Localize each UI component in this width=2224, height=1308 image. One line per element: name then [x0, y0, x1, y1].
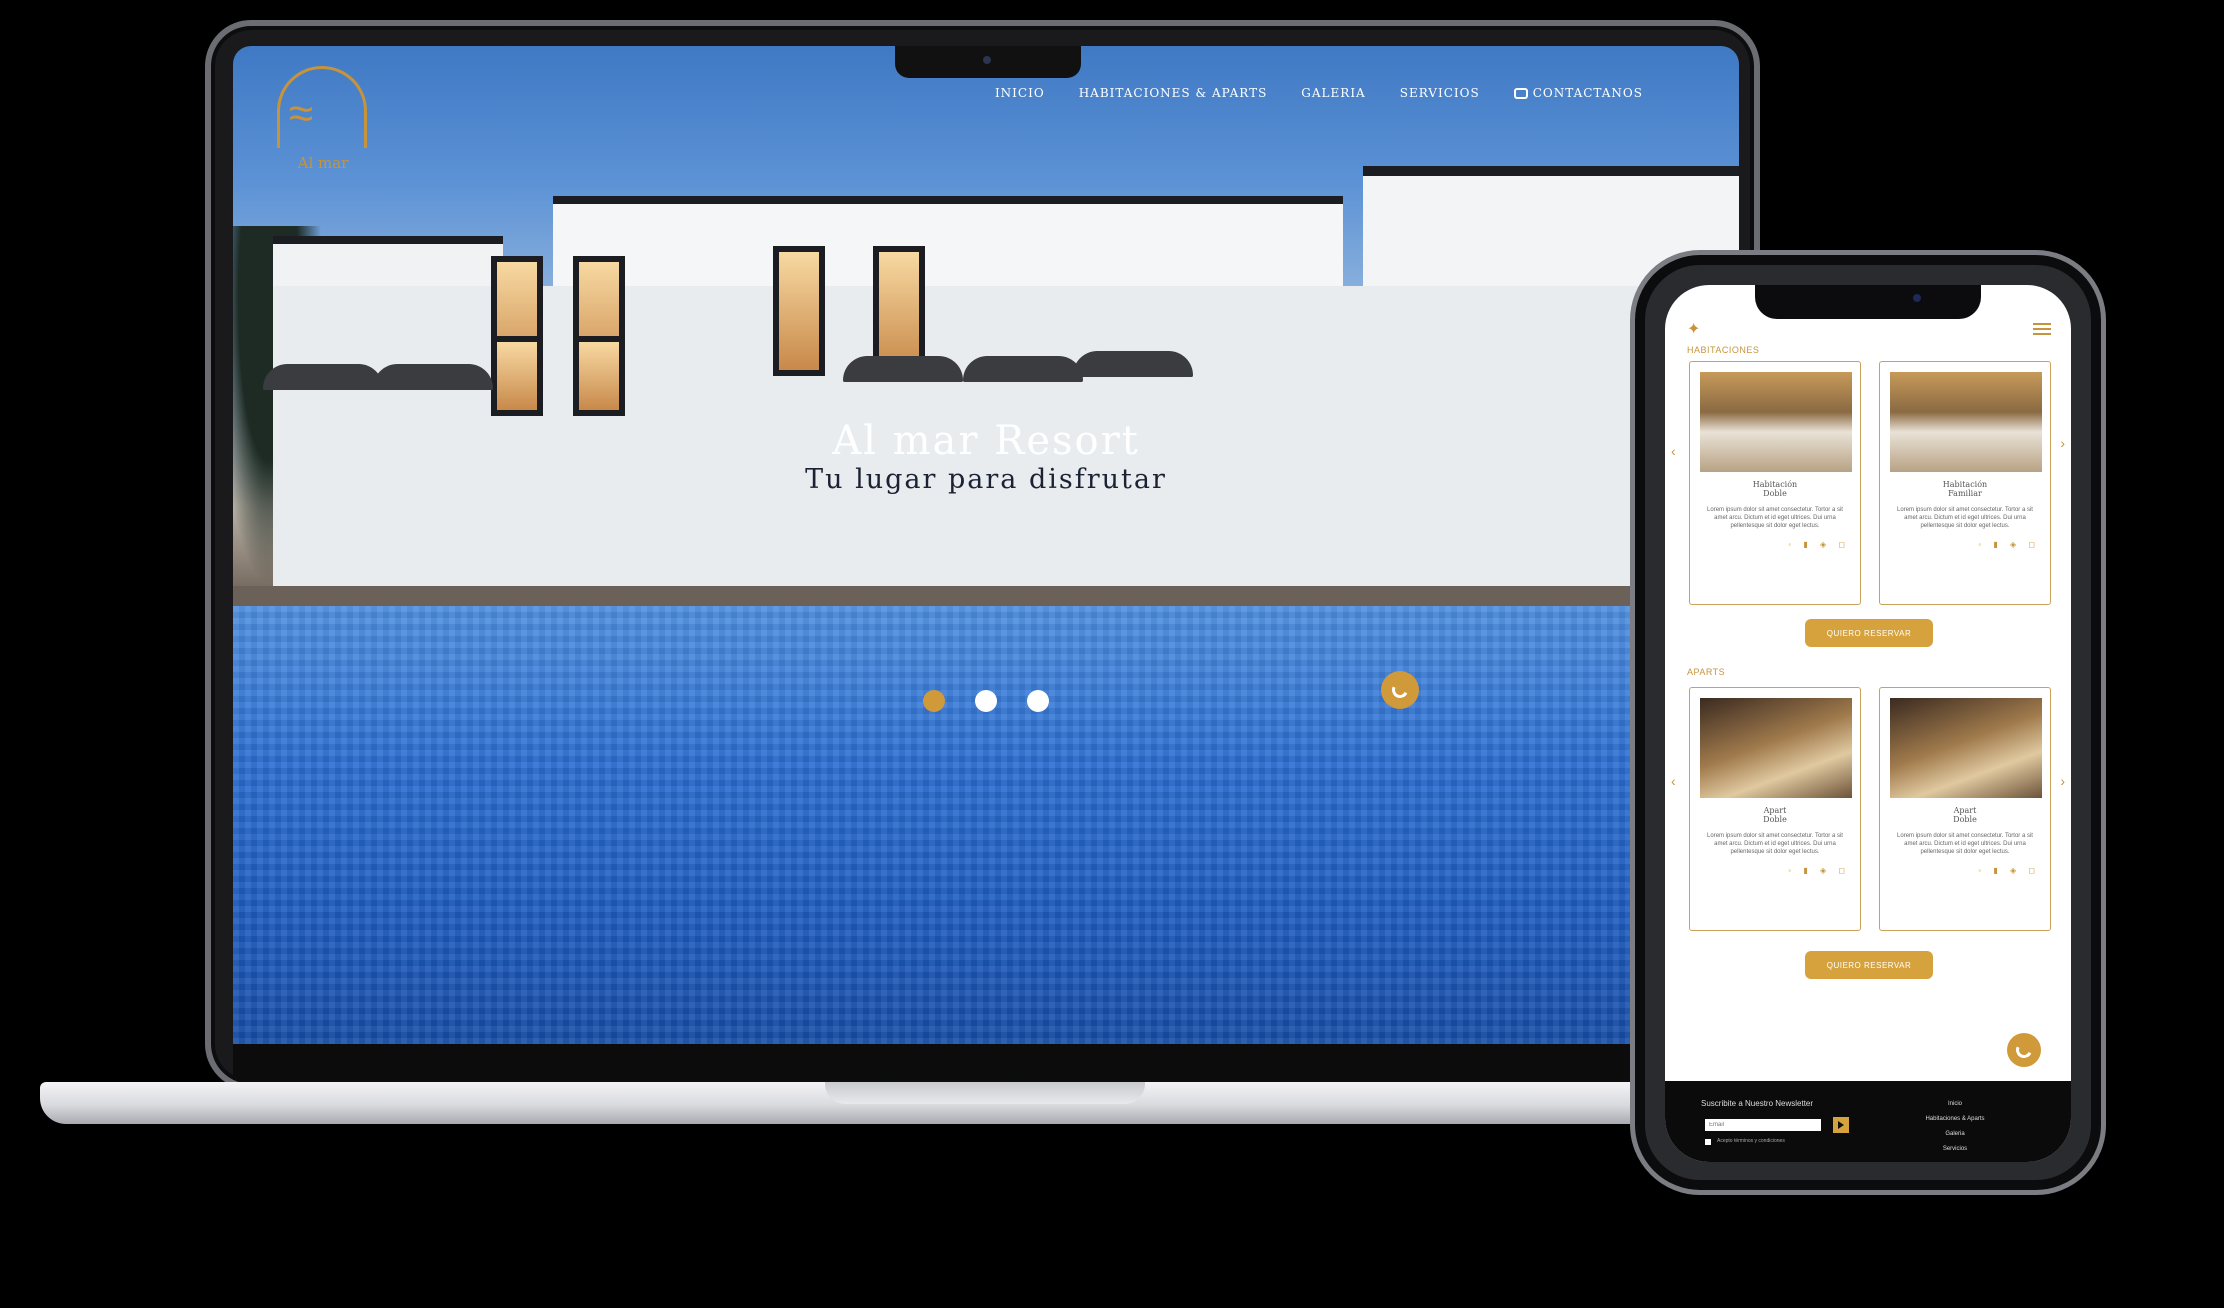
carousel-next-icon[interactable]: › — [2060, 435, 2065, 451]
mobile-footer: Suscribite a Nuestro Newsletter Acepto t… — [1665, 1081, 2071, 1162]
room-card[interactable]: Habitación Familiar Lorem ipsum dolor si… — [1879, 361, 2051, 605]
pool — [233, 606, 1739, 1044]
umbrella — [843, 356, 963, 382]
newsletter-email-input[interactable] — [1705, 1119, 1821, 1131]
apart-card[interactable]: Apart Doble Lorem ipsum dolor sit amet c… — [1689, 687, 1861, 931]
building-window — [773, 246, 825, 376]
site-nav: INICIO HABITACIONES & APARTS GALERIA SER… — [995, 86, 1643, 100]
reserve-button[interactable]: QUIERO RESERVAR — [1805, 951, 1933, 979]
room-photo — [1890, 372, 2042, 472]
building-window — [491, 336, 543, 416]
card-text: Lorem ipsum dolor sit amet consectetur. … — [1897, 507, 2033, 529]
umbrella — [373, 364, 493, 390]
card-title: Apart Doble — [1763, 806, 1787, 824]
slider-dots — [233, 690, 1739, 712]
card-text: Lorem ipsum dolor sit amet consectetur. … — [1707, 833, 1843, 855]
aparts-carousel: Apart Doble Lorem ipsum dolor sit amet c… — [1689, 687, 2051, 931]
section-title-rooms: HABITACIONES — [1687, 345, 1760, 355]
mobile-logo-icon[interactable]: ✦ — [1687, 319, 1700, 339]
slider-dot-1[interactable] — [923, 690, 945, 712]
phone-mockup: ✦ HABITACIONES ‹ › Habitación Doble Lore… — [1630, 250, 2106, 1195]
slider-dot-2[interactable] — [975, 690, 997, 712]
amenity-icons: ◦ ▮ ◈ ◻ — [1978, 540, 2040, 549]
apart-card[interactable]: Apart Doble Lorem ipsum dolor sit amet c… — [1879, 687, 2051, 931]
nav-link-servicios[interactable]: SERVICIOS — [1400, 86, 1480, 100]
building-wing-center — [553, 196, 1343, 286]
building-window — [573, 336, 625, 416]
chat-icon — [1513, 87, 1528, 99]
amenity-icons: ◦ ▮ ◈ ◻ — [1788, 540, 1850, 549]
whatsapp-icon — [2013, 1039, 2035, 1061]
footer-link-inicio[interactable]: Inicio — [1895, 1101, 2015, 1107]
whatsapp-button[interactable] — [2007, 1033, 2041, 1067]
footer-link-galeria[interactable]: Galeria — [1895, 1131, 2015, 1137]
card-title: Apart Doble — [1953, 806, 1977, 824]
umbrella — [963, 356, 1083, 382]
card-text: Lorem ipsum dolor sit amet consectetur. … — [1897, 833, 2033, 855]
nav-link-inicio[interactable]: INICIO — [995, 86, 1045, 100]
laptop-mockup: ≈ Al mar INICIO HABITACIONES & APARTS GA… — [40, 20, 1780, 1130]
apart-photo — [1890, 698, 2042, 798]
rooms-carousel: Habitación Doble Lorem ipsum dolor sit a… — [1689, 361, 2051, 605]
hamburger-menu-icon[interactable] — [2033, 323, 2051, 335]
logo-text: Al mar — [297, 154, 349, 172]
amenity-icons: ◦ ▮ ◈ ◻ — [1978, 866, 2040, 875]
footer-link-servicios[interactable]: Servicios — [1895, 1146, 2015, 1152]
hero-title: Al mar Resort — [832, 418, 1140, 464]
laptop-camera-notch — [895, 46, 1081, 78]
laptop-screen: ≈ Al mar INICIO HABITACIONES & APARTS GA… — [233, 46, 1739, 1044]
newsletter-title: Suscribite a Nuestro Newsletter — [1701, 1099, 1814, 1108]
laptop-bezel — [233, 1044, 1739, 1080]
slider-dot-3[interactable] — [1027, 690, 1049, 712]
amenity-icons: ◦ ▮ ◈ ◻ — [1788, 866, 1850, 875]
card-text: Lorem ipsum dolor sit amet consectetur. … — [1707, 507, 1843, 529]
whatsapp-button[interactable] — [1381, 671, 1419, 709]
phone-notch — [1755, 285, 1981, 319]
laptop-base-notch — [825, 1082, 1145, 1104]
nav-link-habitaciones[interactable]: HABITACIONES & APARTS — [1079, 86, 1268, 100]
hero-subtitle: Tu lugar para disfrutar — [805, 464, 1167, 495]
umbrella — [263, 364, 383, 390]
card-title: Habitación Familiar — [1942, 480, 1988, 498]
section-title-aparts: APARTS — [1687, 667, 1726, 677]
footer-link-habitaciones[interactable]: Habitaciones & Aparts — [1895, 1116, 2015, 1122]
nav-link-galeria[interactable]: GALERIA — [1301, 86, 1365, 100]
site-logo[interactable]: ≈ Al mar — [273, 66, 373, 176]
footer-links: Inicio Habitaciones & Aparts Galeria Ser… — [1895, 1101, 2015, 1152]
terms-checkbox[interactable] — [1705, 1139, 1711, 1145]
apart-photo — [1700, 698, 1852, 798]
carousel-prev-icon[interactable]: ‹ — [1671, 773, 1676, 789]
nav-link-contactanos-label: CONTACTANOS — [1532, 86, 1643, 100]
reserve-button[interactable]: QUIERO RESERVAR — [1805, 619, 1933, 647]
wave-icon: ≈ — [289, 89, 314, 138]
umbrella — [1073, 351, 1193, 377]
phone-screen: ✦ HABITACIONES ‹ › Habitación Doble Lore… — [1665, 285, 2071, 1162]
terms-checkbox-label: Acepto términos y condiciones — [1717, 1138, 1785, 1144]
carousel-next-icon[interactable]: › — [2060, 773, 2065, 789]
nav-link-contactanos[interactable]: CONTACTANOS — [1513, 86, 1643, 100]
newsletter-submit-button[interactable] — [1833, 1117, 1849, 1133]
whatsapp-icon — [1389, 679, 1411, 701]
